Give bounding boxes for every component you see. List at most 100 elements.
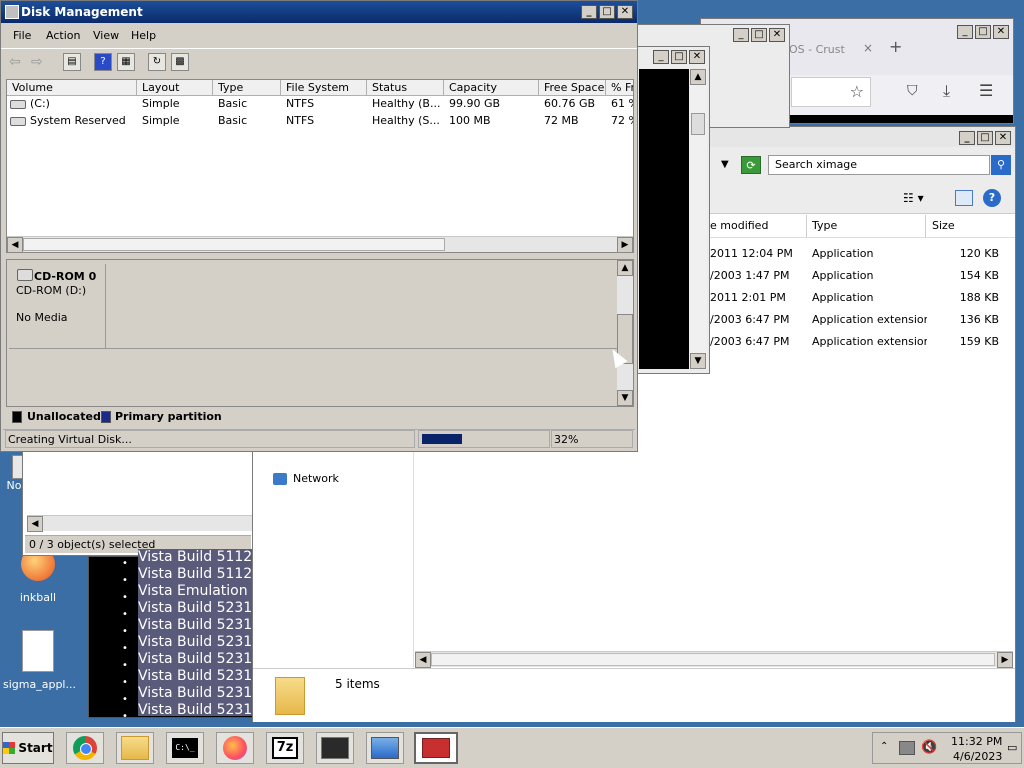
scroll-up-icon[interactable]: ▲ bbox=[617, 260, 633, 276]
show-desktop-icon[interactable]: ▭ bbox=[1007, 741, 1017, 754]
clock-time[interactable]: 11:32 PM bbox=[951, 735, 1002, 748]
refresh-icon[interactable]: ⟳ bbox=[741, 156, 761, 174]
back-icon[interactable]: ⇦ bbox=[9, 54, 21, 70]
computer-task[interactable] bbox=[366, 732, 404, 764]
menu-file[interactable]: File bbox=[13, 29, 31, 42]
column-size[interactable]: Size bbox=[927, 218, 997, 234]
settings-icon[interactable]: ▩ bbox=[171, 53, 189, 71]
taskmgr-task[interactable] bbox=[316, 732, 354, 764]
close-icon[interactable]: ✕ bbox=[995, 131, 1011, 145]
tab-close-icon[interactable]: × bbox=[863, 41, 873, 55]
scroll-right-icon[interactable]: ▶ bbox=[617, 237, 633, 252]
maximize-icon[interactable]: □ bbox=[599, 5, 615, 19]
vertical-scrollbar[interactable]: ▲ ▼ bbox=[689, 69, 707, 369]
table-row-date[interactable]: /2003 1:47 PM bbox=[705, 268, 805, 284]
table-row-size[interactable]: 136 KB bbox=[933, 312, 1001, 328]
maximize-icon[interactable]: □ bbox=[671, 50, 687, 64]
table-row-type[interactable]: Application bbox=[807, 246, 927, 262]
scroll-thumb[interactable] bbox=[691, 113, 705, 135]
minimize-icon[interactable]: _ bbox=[653, 50, 669, 64]
close-icon[interactable]: ✕ bbox=[689, 50, 705, 64]
scroll-up-icon[interactable]: ▲ bbox=[690, 69, 706, 85]
start-button[interactable]: Start bbox=[2, 732, 54, 764]
help-icon[interactable]: ? bbox=[94, 53, 112, 71]
disk-management-titlebar[interactable]: Disk Management _ □ ✕ bbox=[1, 1, 637, 23]
network-item[interactable]: Network bbox=[273, 472, 339, 485]
scroll-down-icon[interactable]: ▼ bbox=[617, 390, 633, 406]
console-tree-icon[interactable]: ▤ bbox=[63, 53, 81, 71]
col-file-system[interactable]: File System bbox=[281, 80, 367, 96]
maximize-icon[interactable]: □ bbox=[975, 25, 991, 39]
close-icon[interactable]: ✕ bbox=[993, 25, 1009, 39]
tray-expand-icon[interactable]: ⌃ bbox=[880, 741, 888, 752]
menu-action[interactable]: Action bbox=[46, 29, 80, 42]
minimize-icon[interactable]: _ bbox=[581, 5, 597, 19]
table-row-type[interactable]: Application bbox=[807, 268, 927, 284]
browser-tab[interactable]: OS - Crust × bbox=[789, 35, 885, 63]
menu-icon[interactable]: ☰ bbox=[979, 81, 993, 100]
views-icon[interactable]: ☷ ▾ bbox=[903, 191, 924, 205]
col-free-space[interactable]: Free Space bbox=[539, 80, 606, 96]
maximize-icon[interactable]: □ bbox=[977, 131, 993, 145]
disk-management-window[interactable]: Disk Management _ □ ✕ File Action View H… bbox=[0, 0, 638, 452]
chrome-task[interactable] bbox=[66, 732, 104, 764]
disk-row[interactable]: CD-ROM 0 CD-ROM (D:) No Media bbox=[9, 264, 617, 349]
horizontal-scrollbar[interactable]: ◀ ▶ bbox=[415, 651, 1013, 668]
new-tab-button[interactable]: + bbox=[889, 37, 902, 56]
scroll-right-icon[interactable]: ▶ bbox=[997, 652, 1013, 668]
column-type[interactable]: Type bbox=[807, 218, 922, 234]
download-icon[interactable]: ⤓ bbox=[943, 81, 950, 101]
scroll-left-icon[interactable]: ◀ bbox=[415, 652, 431, 668]
table-row[interactable]: (C:) Simple Basic NTFS Healthy (B... 99.… bbox=[7, 96, 633, 112]
table-row-size[interactable]: 188 KB bbox=[933, 290, 1001, 306]
col-percent-free[interactable]: % Fr bbox=[606, 80, 633, 96]
bookmark-star-icon[interactable]: ☆ bbox=[850, 82, 864, 101]
close-icon[interactable]: ✕ bbox=[769, 28, 785, 42]
close-icon[interactable]: ✕ bbox=[617, 5, 633, 19]
table-row-date[interactable]: 2011 2:01 PM bbox=[705, 290, 805, 306]
scroll-left-icon[interactable]: ◀ bbox=[27, 516, 43, 532]
table-row-size[interactable]: 120 KB bbox=[933, 246, 1001, 262]
dropdown-icon[interactable]: ▼ bbox=[721, 159, 729, 170]
search-input[interactable]: Search ximage bbox=[768, 155, 990, 175]
search-icon[interactable]: ⚲ bbox=[991, 155, 1011, 175]
table-row-type[interactable]: Application extension bbox=[807, 312, 927, 328]
preview-pane-icon[interactable] bbox=[955, 190, 973, 206]
col-layout[interactable]: Layout bbox=[137, 80, 213, 96]
scroll-thumb[interactable] bbox=[431, 653, 995, 666]
network-tray-icon[interactable] bbox=[899, 741, 915, 755]
maximize-icon[interactable]: □ bbox=[751, 28, 767, 42]
col-volume[interactable]: Volume bbox=[7, 80, 137, 96]
table-row[interactable]: System Reserved Simple Basic NTFS Health… bbox=[7, 113, 633, 129]
table-row-size[interactable]: 154 KB bbox=[933, 268, 1001, 284]
minimize-icon[interactable]: _ bbox=[957, 25, 973, 39]
col-status[interactable]: Status bbox=[367, 80, 444, 96]
firefox-task[interactable] bbox=[216, 732, 254, 764]
clock-date[interactable]: 4/6/2023 bbox=[953, 750, 1002, 763]
toolbox-task[interactable] bbox=[414, 732, 458, 764]
small-window[interactable]: ◀ 0 / 3 object(s) selected bbox=[22, 448, 254, 556]
minimize-icon[interactable]: _ bbox=[959, 131, 975, 145]
horizontal-scrollbar[interactable]: ◀ ▶ bbox=[7, 236, 633, 252]
scroll-down-icon[interactable]: ▼ bbox=[690, 353, 706, 369]
table-row-type[interactable]: Application bbox=[807, 290, 927, 306]
vertical-scrollbar[interactable]: ▲ ▼ bbox=[617, 260, 633, 406]
column-date-modified[interactable]: e modified bbox=[705, 218, 805, 234]
cmd-task[interactable]: C:\_ bbox=[166, 732, 204, 764]
table-row-date[interactable]: 2011 12:04 PM bbox=[705, 246, 805, 262]
table-row-date[interactable]: /2003 6:47 PM bbox=[705, 312, 805, 328]
col-capacity[interactable]: Capacity bbox=[444, 80, 539, 96]
disk-label-box[interactable]: CD-ROM 0 CD-ROM (D:) No Media bbox=[9, 264, 106, 348]
pocket-icon[interactable]: ⛉ bbox=[907, 83, 918, 99]
col-type[interactable]: Type bbox=[213, 80, 281, 96]
scroll-left-icon[interactable]: ◀ bbox=[7, 237, 23, 252]
forward-icon[interactable]: ⇨ bbox=[31, 54, 43, 70]
refresh-icon[interactable]: ↻ bbox=[148, 53, 166, 71]
table-row-type[interactable]: Application extension bbox=[807, 334, 927, 350]
url-bar[interactable]: ☆ bbox=[791, 77, 871, 107]
minimize-icon[interactable]: _ bbox=[733, 28, 749, 42]
volume-muted-icon[interactable]: 🔇 bbox=[921, 740, 937, 755]
properties-icon[interactable]: ▦ bbox=[117, 53, 135, 71]
7zip-task[interactable]: 7z bbox=[266, 732, 304, 764]
table-row-size[interactable]: 159 KB bbox=[933, 334, 1001, 350]
